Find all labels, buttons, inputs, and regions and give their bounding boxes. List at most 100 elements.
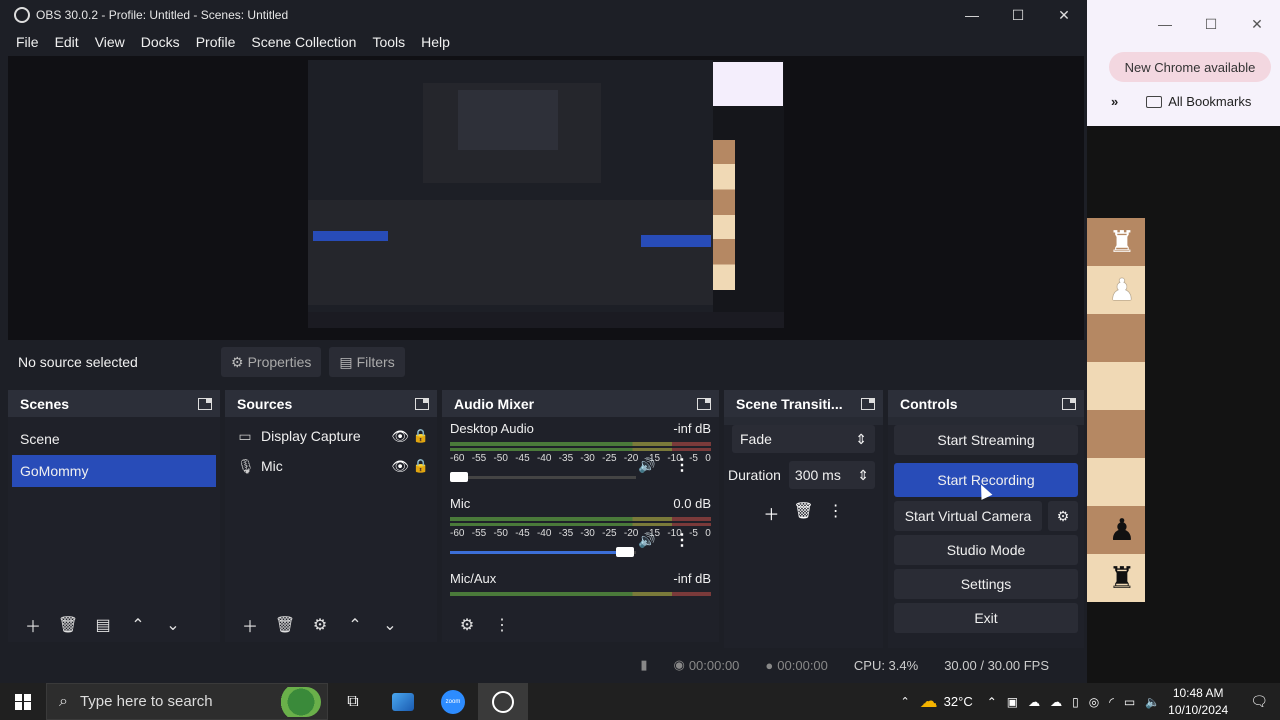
show-hidden-icons[interactable]: ⌃ — [987, 695, 997, 709]
close-button[interactable]: ✕ — [1041, 0, 1087, 30]
onedrive-icon[interactable]: ☁ — [1028, 695, 1040, 709]
photos-app-button[interactable] — [378, 683, 428, 720]
move-scene-down-button[interactable]: ⌄ — [158, 612, 188, 638]
board-square[interactable] — [1087, 314, 1145, 362]
taskbar-search[interactable]: ⌕ Type here to search — [46, 683, 328, 720]
notification-icon[interactable]: 🗨 — [1250, 693, 1268, 710]
undock-icon[interactable] — [697, 397, 711, 410]
temperature[interactable]: 32°C — [944, 694, 973, 709]
chrome-maximize-icon[interactable]: ☐ — [1188, 16, 1234, 33]
scene-item-gomommy[interactable]: GoMommy — [12, 455, 216, 487]
maximize-button[interactable]: ☐ — [995, 0, 1041, 30]
remove-source-button[interactable]: 🗑 — [270, 612, 300, 638]
task-view-button[interactable]: ⧉ — [328, 683, 378, 720]
move-source-down-button[interactable]: ⌄ — [375, 612, 405, 638]
undock-icon[interactable] — [198, 397, 212, 410]
volume-slider[interactable] — [450, 545, 636, 559]
eye-icon[interactable]: 👁 — [391, 458, 409, 475]
more-options-icon[interactable]: ⋮ — [674, 455, 690, 475]
chrome-tray-icon[interactable]: ◎ — [1089, 695, 1099, 709]
chrome-close-icon[interactable]: ✕ — [1234, 16, 1280, 33]
studio-mode-button[interactable]: Studio Mode — [894, 535, 1078, 565]
search-highlight-icon[interactable] — [271, 686, 321, 717]
remove-scene-button[interactable]: 🗑 — [53, 612, 83, 638]
move-scene-up-button[interactable]: ⌃ — [123, 612, 153, 638]
transition-menu-button[interactable]: ⋮ — [828, 501, 844, 525]
weather-icon[interactable]: ☁ — [920, 691, 938, 712]
chessboard-strip[interactable]: ♜ ♟ ♟ ♜ — [1087, 218, 1145, 602]
black-pawn-icon[interactable]: ♟ — [1105, 513, 1139, 548]
new-chrome-available-button[interactable]: New Chrome available — [1109, 52, 1271, 82]
menu-edit[interactable]: Edit — [47, 34, 87, 50]
board-square[interactable]: ♜ — [1087, 218, 1145, 266]
source-item-mic[interactable]: 🎙 Mic 👁 🔒 — [225, 451, 437, 481]
speaker-icon[interactable]: 🔊 — [638, 457, 655, 474]
menu-scene-collection[interactable]: Scene Collection — [243, 34, 364, 50]
minimize-button[interactable]: — — [949, 0, 995, 30]
menu-help[interactable]: Help — [413, 34, 458, 50]
remove-transition-button[interactable]: 🗑 — [793, 501, 813, 525]
start-streaming-button[interactable]: Start Streaming — [894, 425, 1078, 455]
menu-view[interactable]: View — [87, 34, 133, 50]
white-rook-icon[interactable]: ♜ — [1105, 225, 1139, 260]
chevron-updown-icon: ⇕ — [855, 430, 867, 447]
lock-icon[interactable]: 🔒 — [413, 428, 429, 444]
board-square[interactable]: ♟ — [1087, 506, 1145, 554]
undock-icon[interactable] — [415, 397, 429, 410]
more-options-icon[interactable]: ⋮ — [674, 530, 690, 550]
exit-button[interactable]: Exit — [894, 603, 1078, 633]
undock-icon[interactable] — [1062, 397, 1076, 410]
board-square[interactable] — [1087, 362, 1145, 410]
menu-docks[interactable]: Docks — [133, 34, 188, 50]
scene-item-scene[interactable]: Scene — [8, 423, 220, 455]
sources-list: ▭ Display Capture 👁 🔒 🎙 Mic 👁 🔒 ＋ 🗑 ⚙ ⌃ — [225, 417, 437, 642]
start-button[interactable] — [0, 683, 46, 720]
spin-arrows-icon[interactable]: ⇕ — [857, 467, 869, 484]
clock[interactable]: 10:48 AM 10/10/2024 — [1168, 685, 1228, 719]
menu-file[interactable]: File — [8, 34, 47, 50]
add-scene-button[interactable]: ＋ — [18, 612, 48, 638]
volume-icon[interactable]: 🔈 — [1145, 695, 1160, 709]
zoom-app-button[interactable]: zoom — [428, 683, 478, 720]
add-transition-button[interactable]: ＋ — [763, 501, 779, 525]
scroll-arrows-icon[interactable]: ⌃ — [900, 695, 909, 708]
virtual-camera-settings-button[interactable]: ⚙ — [1048, 501, 1078, 531]
board-square[interactable] — [1087, 410, 1145, 458]
filters-button[interactable]: ▤ Filters — [329, 347, 405, 377]
battery-icon[interactable]: ▭ — [1124, 695, 1135, 709]
preview-area[interactable] — [8, 56, 1084, 340]
lock-icon[interactable]: 🔒 — [413, 458, 429, 474]
volume-slider[interactable] — [450, 470, 636, 484]
network-icon[interactable]: ◜ — [1109, 695, 1114, 709]
eye-icon[interactable]: 👁 — [391, 428, 409, 445]
undock-icon[interactable] — [861, 397, 875, 410]
preview-canvas[interactable] — [308, 60, 784, 328]
duration-spinbox[interactable]: 300 ms ⇕ — [788, 461, 875, 489]
move-source-up-button[interactable]: ⌃ — [340, 612, 370, 638]
board-square[interactable]: ♟ — [1087, 266, 1145, 314]
usb-icon[interactable]: ▯ — [1072, 695, 1079, 709]
source-item-display-capture[interactable]: ▭ Display Capture 👁 🔒 — [225, 421, 437, 451]
start-virtual-camera-button[interactable]: Start Virtual Camera — [894, 501, 1042, 531]
board-square[interactable]: ♜ — [1087, 554, 1145, 602]
advanced-audio-button[interactable]: ⚙ — [452, 612, 482, 638]
black-rook-icon[interactable]: ♜ — [1105, 561, 1139, 596]
chevron-right-icon[interactable]: » — [1111, 94, 1118, 109]
speaker-icon[interactable]: 🔊 — [638, 532, 655, 549]
all-bookmarks-link[interactable]: All Bookmarks — [1168, 94, 1251, 109]
transition-select[interactable]: Fade ⇕ — [732, 425, 875, 453]
cloud-icon[interactable]: ☁ — [1050, 695, 1062, 709]
menu-tools[interactable]: Tools — [364, 34, 413, 50]
properties-button[interactable]: ⚙ Properties — [221, 347, 322, 377]
source-properties-button[interactable]: ⚙ — [305, 612, 335, 638]
meet-now-icon[interactable]: ▣ — [1007, 695, 1018, 709]
obs-app-button[interactable] — [478, 683, 528, 720]
settings-button[interactable]: Settings — [894, 569, 1078, 599]
board-square[interactable] — [1087, 458, 1145, 506]
add-source-button[interactable]: ＋ — [235, 612, 265, 638]
scene-filters-button[interactable]: ▤ — [88, 612, 118, 638]
menu-profile[interactable]: Profile — [188, 34, 244, 50]
mixer-menu-button[interactable]: ⋮ — [487, 612, 517, 638]
chrome-minimize-icon[interactable]: — — [1142, 16, 1188, 32]
white-pawn-icon[interactable]: ♟ — [1105, 273, 1139, 308]
